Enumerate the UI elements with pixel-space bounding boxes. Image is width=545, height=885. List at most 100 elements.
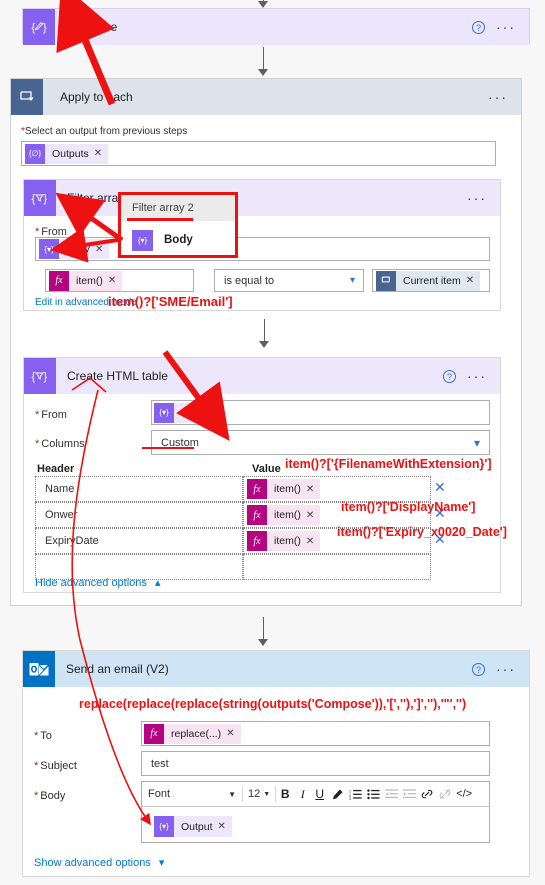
remove-token-icon[interactable]: ✕: [108, 275, 122, 286]
html-from-input[interactable]: {▾} Body ✕: [151, 400, 490, 425]
font-family-select[interactable]: Font ▼: [142, 788, 242, 800]
chevron-down-icon[interactable]: ▼: [228, 790, 236, 799]
filter-array-2-popup[interactable]: Filter array 2 {▾} Body: [118, 192, 238, 258]
bold-button[interactable]: B: [276, 783, 294, 805]
email-body-label: * Body: [34, 790, 66, 802]
email-to-input[interactable]: fx replace(...) ✕: [141, 721, 490, 746]
chevron-down-icon[interactable]: ▾: [350, 275, 363, 286]
connector-loop-to-email: [258, 617, 268, 646]
show-advanced-options-link[interactable]: Show advanced options ▾: [34, 856, 164, 869]
token-body[interactable]: {▾} Body ✕: [154, 402, 225, 423]
filter-braces-icon: {▾}: [132, 229, 153, 251]
svg-text:{: {: [31, 22, 35, 34]
condition-left-input[interactable]: fx item() ✕: [45, 269, 194, 292]
condition-right-input[interactable]: Current item ✕: [372, 269, 490, 292]
token-item-function[interactable]: fx item() ✕: [247, 505, 321, 525]
token-item-function[interactable]: fx item() ✕: [247, 479, 321, 499]
chevron-down-icon[interactable]: ▾: [474, 436, 489, 450]
email-body-editor[interactable]: Font ▼ 12 ▼ B I U 1 2 3 </> {▾} Output ✕: [141, 781, 490, 843]
value-column-label: Value: [252, 463, 281, 475]
table-row[interactable]: Name: [35, 476, 243, 502]
email-body-content[interactable]: {▾} Output ✕: [142, 807, 489, 837]
token-output[interactable]: {▾} Output ✕: [154, 816, 232, 837]
more-menu-icon[interactable]: ···: [496, 20, 516, 34]
select-output-input[interactable]: {∅} Outputs ✕: [21, 141, 496, 166]
connector-compose-to-loop: [258, 47, 268, 76]
annotation-replace-expression: replace(replace(replace(string(outputs('…: [79, 697, 467, 711]
function-icon: fx: [247, 479, 267, 499]
highlighter-icon[interactable]: [328, 783, 346, 805]
table-row[interactable]: ExpiryDate: [35, 528, 243, 554]
header-cell[interactable]: Onwer: [36, 509, 77, 521]
apply-to-each-header[interactable]: Apply to each ···: [11, 79, 521, 115]
svg-text:}: }: [44, 193, 48, 205]
remove-token-icon[interactable]: ✕: [95, 244, 109, 255]
remove-token-icon[interactable]: ✕: [306, 510, 320, 521]
filter-array-header[interactable]: { } Filter array ···: [24, 180, 500, 216]
link-icon[interactable]: [418, 783, 436, 805]
create-html-table-header[interactable]: { } Create HTML table ? ···: [24, 358, 500, 394]
filter-from-input[interactable]: {▾} Body ✕: [35, 237, 490, 261]
code-view-button[interactable]: </>: [454, 783, 474, 805]
step-card-filter-array[interactable]: { } Filter array ··· * From {▾} Body ✕ f…: [23, 179, 501, 311]
condition-operator-select[interactable]: is equal to ▾: [214, 269, 364, 292]
token-item-function[interactable]: fx item() ✕: [247, 531, 321, 551]
header-column-label: Header: [37, 463, 75, 475]
underline-button[interactable]: U: [311, 783, 328, 805]
help-icon[interactable]: ?: [443, 369, 456, 383]
filter-braces-icon: {▾}: [154, 816, 174, 837]
header-cell[interactable]: ExpiryDate: [36, 535, 99, 547]
svg-text:{: {: [32, 371, 36, 383]
unlink-icon[interactable]: [436, 783, 454, 805]
email-subject-label: * Subject: [34, 760, 77, 772]
step-card-create-html-table[interactable]: { } Create HTML table ? ··· * From {▾} Bo…: [23, 357, 501, 593]
token-outputs[interactable]: {∅} Outputs ✕: [25, 143, 109, 164]
rich-text-toolbar[interactable]: Font ▼ 12 ▼ B I U 1 2 3 </>: [142, 782, 489, 807]
compose-header[interactable]: { } Compose ? ···: [23, 9, 529, 45]
italic-button[interactable]: I: [294, 783, 311, 805]
popup-item-body[interactable]: {▾} Body: [121, 221, 235, 259]
filter-braces-icon: {▾}: [39, 239, 59, 259]
remove-token-icon[interactable]: ✕: [218, 821, 232, 832]
token-item-function[interactable]: fx item() ✕: [49, 270, 123, 291]
send-an-email-header[interactable]: Send an email (V2) ? ···: [23, 651, 529, 687]
more-menu-icon[interactable]: ···: [488, 90, 508, 104]
token-replace-function[interactable]: fx replace(...) ✕: [144, 723, 241, 744]
more-menu-icon[interactable]: ···: [467, 191, 487, 205]
header-cell[interactable]: Name: [36, 483, 74, 495]
svg-text:{: {: [32, 193, 36, 205]
remove-token-icon[interactable]: ✕: [306, 484, 320, 495]
annotation-expirydate: item()?['Expiry_x0020_Date']: [337, 525, 507, 539]
loop-icon: [376, 270, 396, 291]
help-icon[interactable]: ?: [472, 662, 485, 676]
email-subject-input[interactable]: test: [141, 751, 490, 776]
bulleted-list-icon[interactable]: [364, 783, 382, 805]
token-body[interactable]: {▾} Body ✕: [39, 239, 110, 259]
chevron-up-icon[interactable]: ▴: [155, 577, 161, 589]
remove-token-icon[interactable]: ✕: [94, 148, 108, 159]
svg-text:3: 3: [349, 797, 351, 800]
more-menu-icon[interactable]: ···: [467, 369, 487, 383]
font-size-select[interactable]: 12 ▼: [243, 788, 275, 800]
chevron-down-icon[interactable]: ▾: [159, 857, 165, 869]
value-cell[interactable]: fx item() ✕: [243, 476, 431, 502]
remove-token-icon[interactable]: ✕: [306, 536, 320, 547]
table-row[interactable]: Onwer: [35, 502, 243, 528]
step-card-compose[interactable]: { } Compose ? ···: [22, 8, 530, 45]
html-columns-select[interactable]: Custom ▾: [151, 430, 490, 455]
numbered-list-icon[interactable]: 1 2 3: [346, 783, 364, 805]
step-card-send-an-email[interactable]: Send an email (V2) ? ··· * To fx replace(…: [22, 650, 530, 877]
hide-advanced-options-link[interactable]: Hide advanced options ▴: [35, 576, 161, 589]
value-cell[interactable]: [243, 554, 431, 580]
remove-token-icon[interactable]: ✕: [466, 275, 480, 286]
outdent-icon[interactable]: [382, 783, 400, 805]
connector-filter-to-html: [259, 319, 269, 348]
delete-row-icon[interactable]: ✕: [434, 479, 446, 496]
remove-token-icon[interactable]: ✕: [226, 728, 240, 739]
token-current-item[interactable]: Current item ✕: [376, 270, 481, 291]
chevron-down-icon[interactable]: ▼: [263, 791, 270, 798]
indent-icon[interactable]: [400, 783, 418, 805]
help-icon[interactable]: ?: [472, 20, 485, 34]
more-menu-icon[interactable]: ···: [496, 662, 516, 676]
remove-token-icon[interactable]: ✕: [210, 407, 224, 418]
